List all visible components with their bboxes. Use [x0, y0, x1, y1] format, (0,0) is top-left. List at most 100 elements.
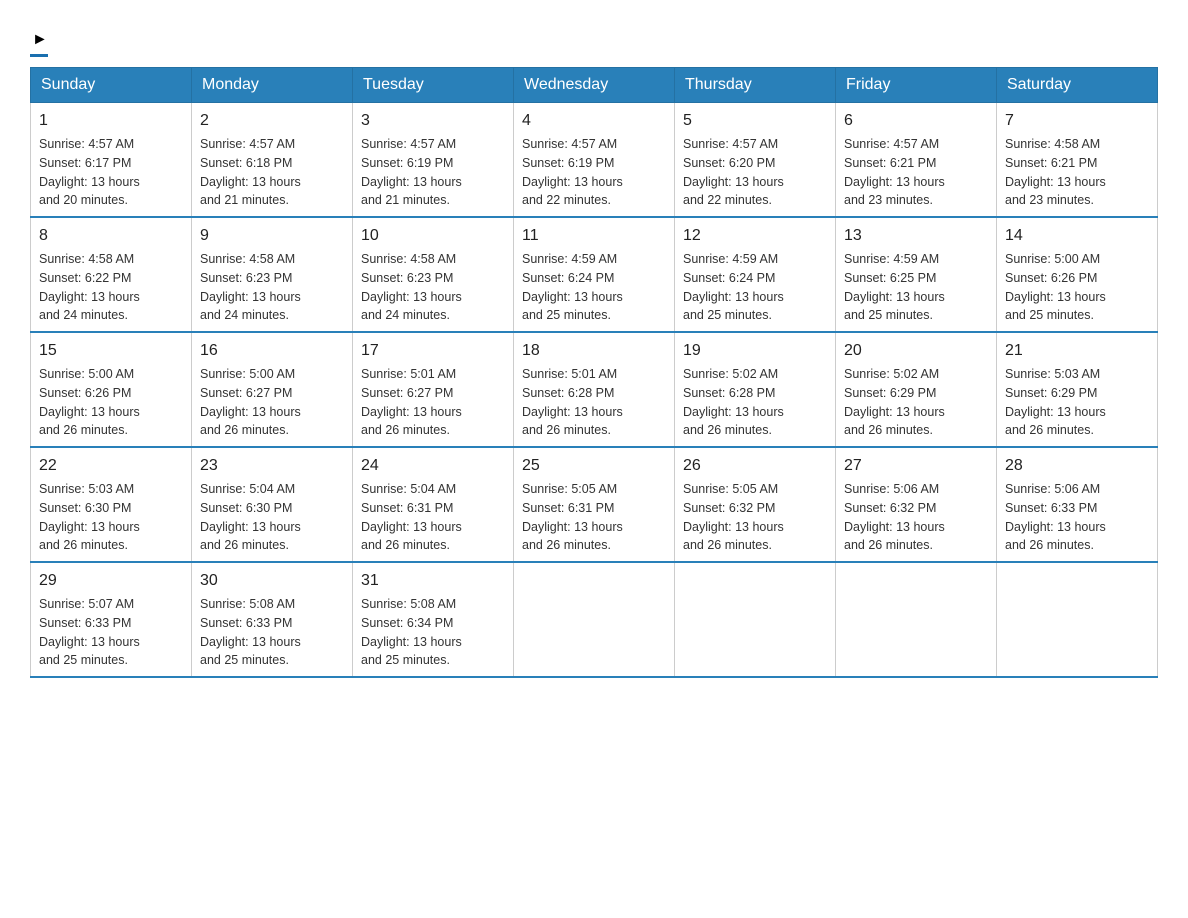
calendar-week-2: 8 Sunrise: 4:58 AM Sunset: 6:22 PM Daylight…: [31, 217, 1158, 332]
calendar-cell: 3Sunrise: 4:57 AMSunset: 6:19 PMDaylight…: [353, 103, 514, 218]
calendar-cell: 9Sunrise: 4:58 AMSunset: 6:23 PMDaylight…: [192, 217, 353, 332]
calendar-cell: 27 Sunrise: 5:06 AM Sunset: 6:32 PM Dayligh…: [836, 447, 997, 562]
sunrise-label: Sunrise: 5:08 AM: [200, 597, 295, 611]
daylight-minutes: and 25 minutes.: [844, 308, 933, 322]
day-number: 19: [683, 339, 827, 363]
daylight-minutes: and 20 minutes.: [39, 193, 128, 207]
day-number: 16: [200, 339, 344, 363]
sunset-label: Sunset: 6:29 PM: [1005, 386, 1097, 400]
sunrise-label: Sunrise: 5:01 AM: [522, 367, 617, 381]
daylight-minutes: and 24 minutes.: [39, 308, 128, 322]
daylight-minutes: and 25 minutes.: [522, 308, 611, 322]
sunset-label: Sunset: 6:32 PM: [683, 501, 775, 515]
sunrise-label: Sunrise: 4:57 AM: [522, 137, 617, 151]
daylight-minutes: and 26 minutes.: [844, 423, 933, 437]
day-number: 8: [39, 224, 183, 248]
day-number: 12: [683, 224, 827, 248]
calendar-cell: 26Sunrise: 5:05 AMSunset: 6:32 PMDayligh…: [675, 447, 836, 562]
sunrise-label: Sunrise: 4:59 AM: [683, 252, 778, 266]
daylight-minutes: and 26 minutes.: [844, 538, 933, 552]
daylight-label: Daylight: 13 hours: [39, 405, 140, 419]
day-number: 7: [1005, 109, 1149, 133]
sunset-label: Sunset: 6:32 PM: [844, 501, 936, 515]
sunset-label: Sunset: 6:33 PM: [200, 616, 292, 630]
sunrise-label: Sunrise: 4:58 AM: [39, 252, 134, 266]
day-number: 20: [844, 339, 988, 363]
sunset-label: Sunset: 6:24 PM: [683, 271, 775, 285]
daylight-minutes: and 25 minutes.: [200, 653, 289, 667]
sunrise-label: Sunrise: 5:03 AM: [1005, 367, 1100, 381]
day-number: 31: [361, 569, 505, 593]
sunset-label: Sunset: 6:31 PM: [361, 501, 453, 515]
sunset-label: Sunset: 6:27 PM: [361, 386, 453, 400]
daylight-minutes: and 26 minutes.: [522, 423, 611, 437]
sunrise-label: Sunrise: 5:06 AM: [1005, 482, 1100, 496]
daylight-label: Daylight: 13 hours: [200, 175, 301, 189]
daylight-minutes: and 24 minutes.: [361, 308, 450, 322]
sunset-label: Sunset: 6:31 PM: [522, 501, 614, 515]
calendar-cell: 16Sunrise: 5:00 AMSunset: 6:27 PMDayligh…: [192, 332, 353, 447]
daylight-minutes: and 23 minutes.: [1005, 193, 1094, 207]
daylight-label: Daylight: 13 hours: [200, 405, 301, 419]
daylight-label: Daylight: 13 hours: [1005, 175, 1106, 189]
day-number: 13: [844, 224, 988, 248]
header-thursday: Thursday: [675, 68, 836, 103]
day-number: 27: [844, 454, 988, 478]
sunrise-label: Sunrise: 5:02 AM: [844, 367, 939, 381]
daylight-label: Daylight: 13 hours: [39, 635, 140, 649]
daylight-minutes: and 25 minutes.: [1005, 308, 1094, 322]
day-number: 9: [200, 224, 344, 248]
daylight-minutes: and 26 minutes.: [683, 423, 772, 437]
daylight-label: Daylight: 13 hours: [522, 175, 623, 189]
sunset-label: Sunset: 6:33 PM: [39, 616, 131, 630]
calendar-cell: 6Sunrise: 4:57 AMSunset: 6:21 PMDaylight…: [836, 103, 997, 218]
daylight-minutes: and 21 minutes.: [200, 193, 289, 207]
daylight-minutes: and 25 minutes.: [39, 653, 128, 667]
daylight-minutes: and 26 minutes.: [39, 423, 128, 437]
header-friday: Friday: [836, 68, 997, 103]
sunrise-label: Sunrise: 4:58 AM: [1005, 137, 1100, 151]
calendar-cell: 19Sunrise: 5:02 AMSunset: 6:28 PMDayligh…: [675, 332, 836, 447]
day-number: 30: [200, 569, 344, 593]
calendar-cell: 7Sunrise: 4:58 AMSunset: 6:21 PMDaylight…: [997, 103, 1158, 218]
header-saturday: Saturday: [997, 68, 1158, 103]
sunset-label: Sunset: 6:22 PM: [39, 271, 131, 285]
daylight-minutes: and 26 minutes.: [1005, 423, 1094, 437]
calendar-cell: [836, 562, 997, 677]
calendar-cell: [675, 562, 836, 677]
daylight-label: Daylight: 13 hours: [1005, 520, 1106, 534]
daylight-label: Daylight: 13 hours: [844, 290, 945, 304]
day-number: 10: [361, 224, 505, 248]
daylight-label: Daylight: 13 hours: [1005, 290, 1106, 304]
daylight-label: Daylight: 13 hours: [361, 405, 462, 419]
sunset-label: Sunset: 6:33 PM: [1005, 501, 1097, 515]
day-number: 3: [361, 109, 505, 133]
calendar-cell: 5Sunrise: 4:57 AMSunset: 6:20 PMDaylight…: [675, 103, 836, 218]
sunrise-label: Sunrise: 5:04 AM: [361, 482, 456, 496]
sunrise-label: Sunrise: 5:06 AM: [844, 482, 939, 496]
sunrise-label: Sunrise: 4:57 AM: [39, 137, 134, 151]
calendar-cell: 2Sunrise: 4:57 AMSunset: 6:18 PMDaylight…: [192, 103, 353, 218]
sunrise-label: Sunrise: 5:04 AM: [200, 482, 295, 496]
sunrise-label: Sunrise: 5:07 AM: [39, 597, 134, 611]
sunset-label: Sunset: 6:21 PM: [844, 156, 936, 170]
day-number: 11: [522, 224, 666, 248]
sunrise-label: Sunrise: 4:57 AM: [683, 137, 778, 151]
sunset-label: Sunset: 6:23 PM: [200, 271, 292, 285]
calendar-cell: 17Sunrise: 5:01 AMSunset: 6:27 PMDayligh…: [353, 332, 514, 447]
sunset-label: Sunset: 6:26 PM: [39, 386, 131, 400]
sunrise-label: Sunrise: 4:57 AM: [200, 137, 295, 151]
daylight-minutes: and 26 minutes.: [200, 423, 289, 437]
daylight-minutes: and 23 minutes.: [844, 193, 933, 207]
day-number: 25: [522, 454, 666, 478]
daylight-minutes: and 26 minutes.: [1005, 538, 1094, 552]
daylight-label: Daylight: 13 hours: [522, 520, 623, 534]
daylight-minutes: and 25 minutes.: [683, 308, 772, 322]
calendar-cell: [997, 562, 1158, 677]
day-number: 1: [39, 109, 183, 133]
sunrise-label: Sunrise: 5:00 AM: [39, 367, 134, 381]
calendar-week-3: 15Sunrise: 5:00 AMSunset: 6:26 PMDayligh…: [31, 332, 1158, 447]
sunset-label: Sunset: 6:23 PM: [361, 271, 453, 285]
page-header: ►: [30, 20, 1158, 57]
daylight-label: Daylight: 13 hours: [844, 520, 945, 534]
